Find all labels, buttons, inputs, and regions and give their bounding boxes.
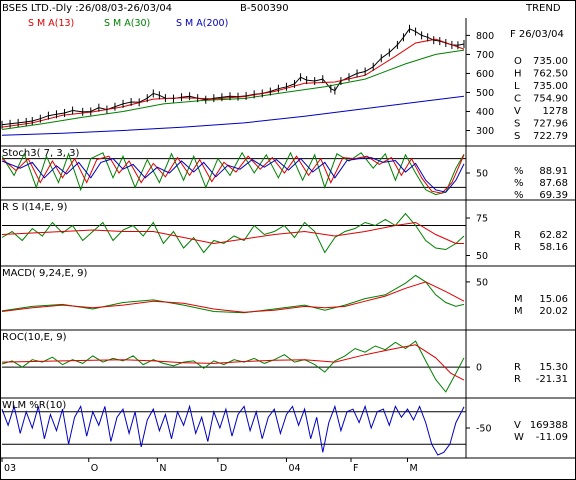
indicator-value: 15.30 [539, 362, 568, 373]
y-tick-label: 600 [476, 69, 494, 80]
y-tick-label: 500 [476, 88, 494, 99]
chart-title: BSES LTD.-Dly :26/08/03-26/03/04 [2, 3, 172, 14]
indicator-value-key: R [514, 362, 521, 373]
indicator-value-key: R [514, 374, 521, 385]
legend-sma200: S M A(200) [176, 18, 228, 29]
y-tick-label: 50 [476, 251, 488, 262]
indicator-value: -11.09 [536, 432, 568, 443]
indicator-value: 58.16 [539, 242, 568, 253]
indicator-value: 15.06 [539, 294, 568, 305]
indicator-value-key: M [514, 294, 523, 305]
indicator-title: Stoch3( 7, 3, 3) [2, 148, 79, 159]
y-tick-label: -50 [476, 424, 492, 435]
security-code: B-500390 [240, 3, 289, 14]
quote-key: S [514, 131, 520, 142]
indicator-value: 20.02 [539, 306, 568, 317]
quote-value: 722.79 [533, 131, 568, 142]
trend-label: TREND [525, 3, 561, 14]
legend-sma13: S M A(13) [28, 18, 74, 29]
indicator-value: 169388 [530, 420, 568, 431]
y-tick-label: 800 [476, 31, 494, 42]
indicator-title: ROC(10,E, 9) [2, 332, 67, 343]
quote-key: C [514, 94, 521, 105]
quote-value: 754.90 [533, 94, 568, 105]
indicator-value: 88.91 [539, 166, 568, 177]
x-tick-label: O [91, 463, 98, 474]
indicator-value-key: % [514, 178, 524, 189]
x-tick-label: N [159, 463, 166, 474]
indicator-value-key: R [514, 230, 521, 241]
quote-key: V [514, 106, 521, 117]
quote-key: H [514, 69, 522, 80]
legend-row: S M A(13) S M A(30) S M A(200) [28, 18, 228, 29]
quote-key: S [514, 119, 520, 130]
quote-date: F 26/03/04 [510, 29, 564, 40]
x-tick-label: 04 [288, 463, 300, 474]
quote-value: 735.00 [533, 56, 568, 67]
legend-sma30: S M A(30) [104, 18, 150, 29]
y-tick-label: 50 [476, 277, 488, 288]
indicator-value: 62.82 [539, 230, 568, 241]
y-tick-label: 400 [476, 107, 494, 118]
x-tick-label: D [220, 463, 227, 474]
chart-canvas: BSES LTD.-Dly :26/08/03-26/03/04 B-50039… [0, 0, 576, 480]
indicator-value-key: % [514, 166, 524, 177]
indicator-title: MACD( 9,24,E, 9) [2, 268, 88, 279]
indicator-title: WLM %R(10) [2, 400, 66, 411]
quote-value: 727.96 [533, 119, 568, 130]
indicator-value-key: M [514, 306, 523, 317]
indicator-value-key: W [514, 432, 524, 443]
quote-value: 1278 [543, 106, 568, 117]
y-tick-label: 700 [476, 50, 494, 61]
indicator-title: R S I(14,E, 9) [2, 202, 67, 213]
y-tick-label: 50 [476, 169, 488, 180]
quote-key: L [514, 81, 520, 92]
x-tick-label: M [409, 463, 417, 474]
x-tick-label: 03 [4, 463, 16, 474]
indicator-value-key: % [514, 190, 524, 201]
y-tick-label: 75 [476, 214, 488, 225]
indicator-value-key: R [514, 242, 521, 253]
quote-value: 735.00 [533, 81, 568, 92]
quote-value: 762.50 [533, 69, 568, 80]
y-tick-label: 0 [476, 363, 482, 374]
indicator-value: 87.68 [539, 178, 568, 189]
indicator-value: 69.39 [539, 190, 568, 201]
quote-key: O [514, 56, 522, 67]
x-tick-label: F [353, 463, 358, 474]
indicator-value-key: V [514, 420, 521, 431]
y-tick-label: 300 [476, 126, 494, 137]
indicator-value: -21.31 [536, 374, 568, 385]
